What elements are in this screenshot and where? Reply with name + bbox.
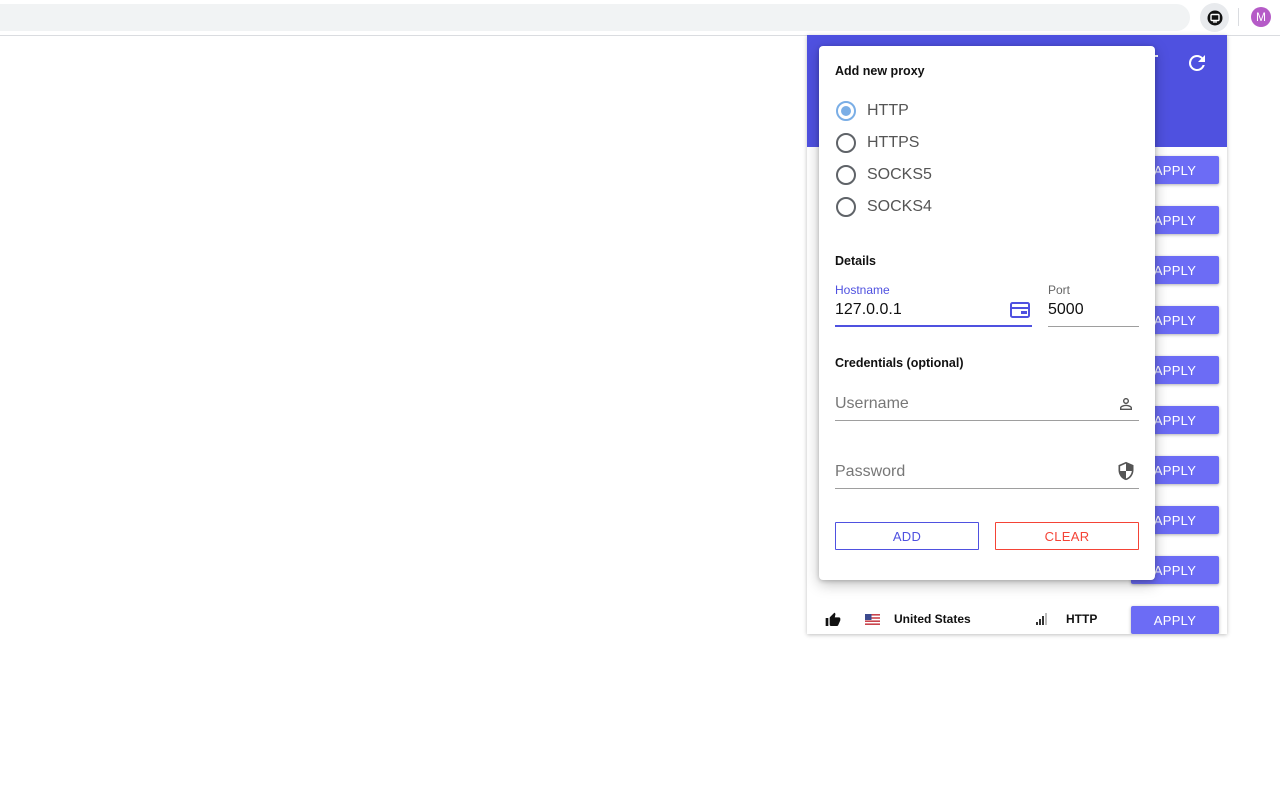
port-input[interactable] xyxy=(1048,299,1136,321)
toolbar-divider xyxy=(1238,8,1239,26)
apply-button[interactable]: APPLY xyxy=(1131,606,1219,634)
username-input[interactable] xyxy=(835,393,1105,415)
radio-button[interactable] xyxy=(836,164,858,186)
radio-circle[interactable] xyxy=(836,165,856,185)
signal-icon xyxy=(1036,613,1047,625)
radio-label: HTTP xyxy=(867,102,909,119)
radio-label: SOCKS4 xyxy=(867,198,932,215)
radio-label: HTTPS xyxy=(867,134,920,151)
radio-label: SOCKS5 xyxy=(867,166,932,183)
address-bar[interactable] xyxy=(0,4,1190,31)
thumbs-up-icon[interactable] xyxy=(825,612,841,628)
details-title: Details xyxy=(835,254,876,268)
radio-button[interactable] xyxy=(836,196,858,218)
add-proxy-dialog: Add new proxy HTTP HTTPS SOCKS5 SOCKS4 D… xyxy=(819,46,1155,580)
radio-circle[interactable] xyxy=(836,133,856,153)
hostname-input[interactable] xyxy=(835,299,1005,321)
dialog-title: Add new proxy xyxy=(835,64,925,78)
password-underline xyxy=(835,488,1139,489)
profile-avatar[interactable]: M xyxy=(1251,7,1271,27)
hostname-underline xyxy=(835,325,1032,327)
refresh-icon[interactable] xyxy=(1185,51,1209,75)
port-underline xyxy=(1048,326,1139,327)
radio-circle[interactable] xyxy=(836,101,856,121)
radio-button[interactable] xyxy=(836,132,858,154)
proxy-type: HTTP xyxy=(1066,612,1098,626)
clear-button[interactable]: CLEAR xyxy=(995,522,1139,550)
radio-circle[interactable] xyxy=(836,197,856,217)
proxy-row: United States HTTP APPLY xyxy=(807,598,1227,634)
extension-icon xyxy=(1207,10,1222,25)
username-underline xyxy=(835,420,1139,421)
add-button[interactable]: ADD xyxy=(835,522,979,550)
hostname-label: Hostname xyxy=(835,283,890,297)
us-flag-icon xyxy=(865,614,880,625)
shield-icon xyxy=(1118,461,1134,481)
user-icon xyxy=(1120,398,1132,410)
credentials-title: Credentials (optional) xyxy=(835,356,964,370)
browser-toolbar: M xyxy=(0,0,1280,36)
radio-button[interactable] xyxy=(836,100,858,122)
port-label: Port xyxy=(1048,283,1071,297)
password-input[interactable] xyxy=(835,461,1105,483)
proxy-country: United States xyxy=(894,612,971,626)
autofill-card-icon[interactable] xyxy=(1010,302,1030,318)
extension-button[interactable] xyxy=(1200,3,1229,32)
